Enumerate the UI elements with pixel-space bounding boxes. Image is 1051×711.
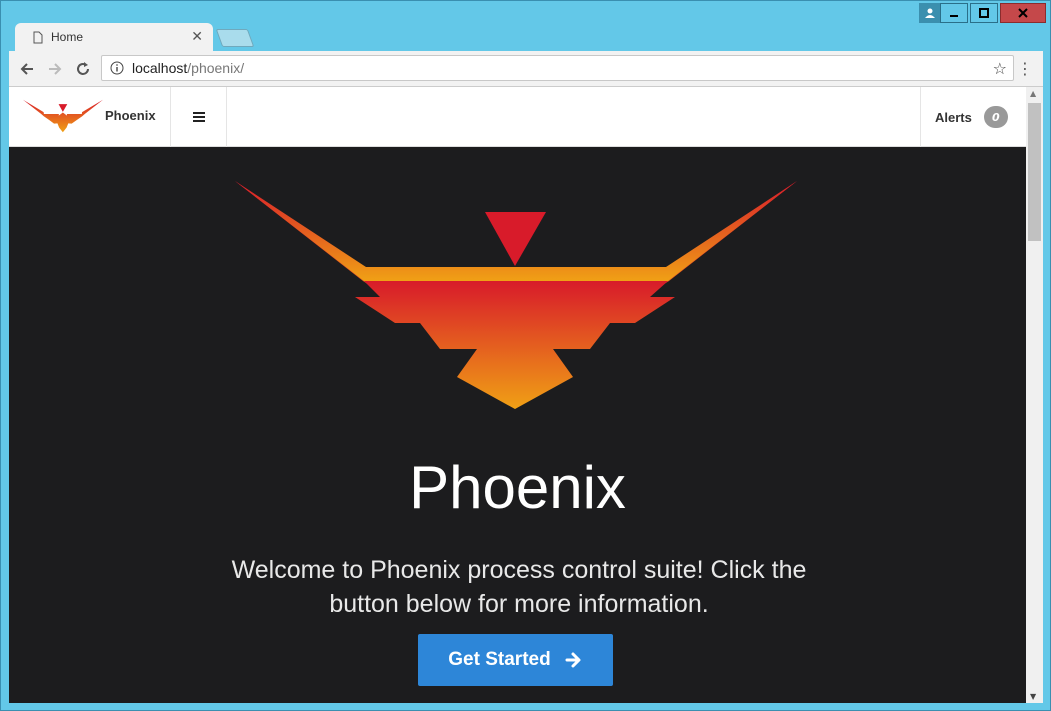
reload-icon xyxy=(77,62,89,75)
brand-name: Phoenix xyxy=(105,108,156,123)
close-window-button[interactable] xyxy=(1000,3,1046,23)
forward-button[interactable] xyxy=(45,59,65,79)
new-tab-button[interactable] xyxy=(215,29,255,47)
user-profile-button[interactable] xyxy=(919,3,941,23)
browser-menu-icon[interactable]: ⋮ xyxy=(1017,59,1033,78)
phoenix-logo-icon xyxy=(23,99,103,133)
tab-close-icon[interactable]: ✕ xyxy=(191,29,203,45)
window-controls xyxy=(940,3,1046,25)
menu-toggle-button[interactable] xyxy=(171,87,227,147)
vertical-scrollbar[interactable]: ▲ ▼ xyxy=(1026,87,1043,703)
app-navbar: Phoenix Alerts 0 xyxy=(9,87,1026,147)
scroll-down-icon[interactable]: ▼ xyxy=(1030,692,1036,701)
browser-window: Home ✕ localhost/phoenix/ ☆ ⋮ Phoenix Al… xyxy=(0,0,1051,711)
arrow-left-icon xyxy=(20,63,33,75)
maximize-button[interactable] xyxy=(970,3,998,23)
get-started-button[interactable]: Get Started xyxy=(418,634,613,686)
bookmark-star-icon[interactable]: ☆ xyxy=(993,59,1007,78)
page-icon xyxy=(33,31,43,43)
address-bar[interactable]: localhost/phoenix/ ☆ xyxy=(101,55,1014,81)
phoenix-hero-logo xyxy=(235,181,797,409)
get-started-label: Get Started xyxy=(448,649,551,670)
back-button[interactable] xyxy=(17,59,37,79)
maximize-icon xyxy=(979,8,989,18)
brand-link[interactable]: Phoenix xyxy=(9,87,171,147)
tab-title: Home xyxy=(51,30,84,44)
tab-home[interactable]: Home ✕ xyxy=(15,23,213,51)
alerts-button[interactable]: Alerts 0 xyxy=(920,87,1026,147)
close-icon xyxy=(1018,8,1028,18)
scroll-thumb[interactable] xyxy=(1028,103,1041,241)
hero-title: Phoenix xyxy=(409,454,626,521)
user-icon xyxy=(925,8,935,18)
minimize-icon xyxy=(950,15,958,17)
alerts-count-badge: 0 xyxy=(983,106,1008,128)
page-content: Phoenix Alerts 0 Phoenix Welcome to Phoe… xyxy=(9,87,1026,703)
minimize-button[interactable] xyxy=(940,3,968,23)
arrow-right-icon xyxy=(565,652,581,668)
hamburger-icon xyxy=(192,112,205,122)
url-text: localhost/phoenix/ xyxy=(132,60,245,76)
info-icon[interactable] xyxy=(110,61,124,75)
reload-button[interactable] xyxy=(73,59,93,79)
arrow-right-icon xyxy=(49,63,62,75)
hero-description: Welcome to Phoenix process control suite… xyxy=(231,556,807,618)
alerts-label: Alerts xyxy=(935,109,972,125)
browser-toolbar: localhost/phoenix/ ☆ ⋮ xyxy=(9,51,1043,87)
scroll-up-icon[interactable]: ▲ xyxy=(1030,89,1036,98)
